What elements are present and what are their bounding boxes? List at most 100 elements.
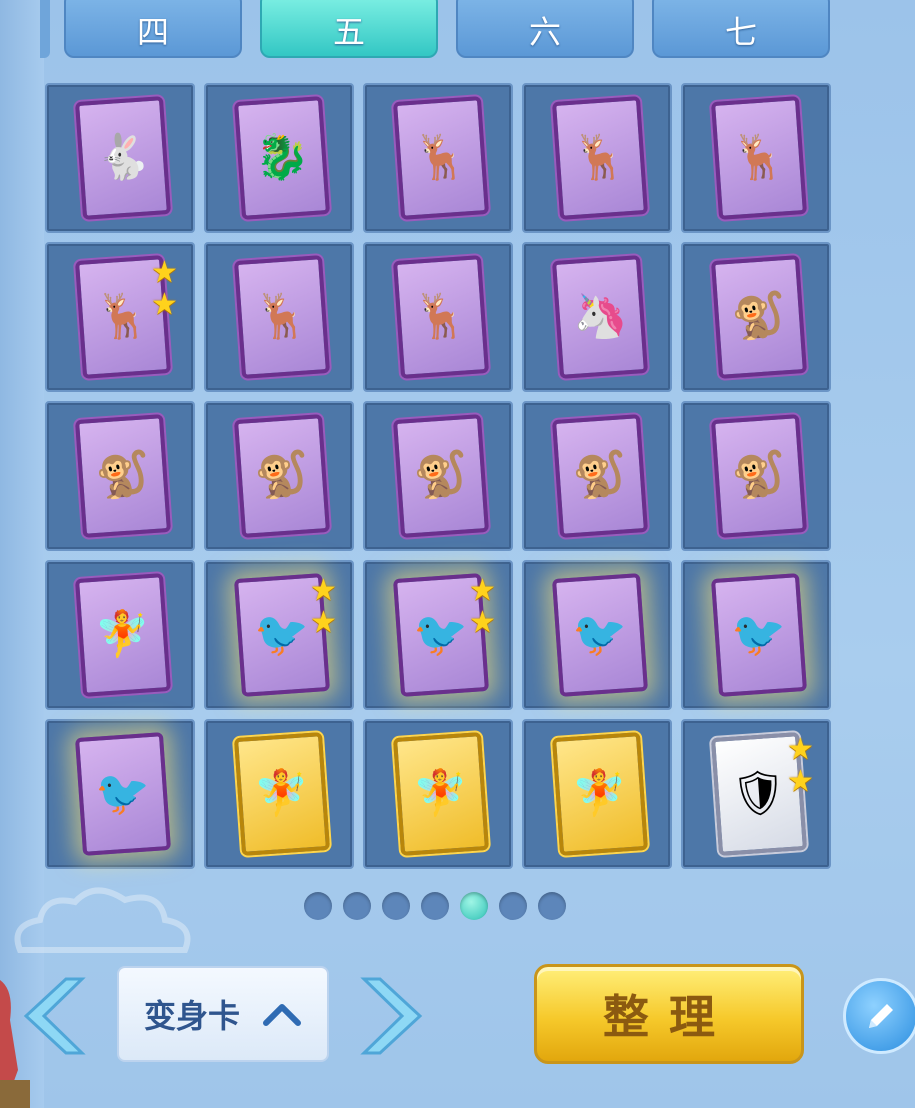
transform-card: 🧚	[551, 732, 649, 856]
card-slot[interactable]: 🦌	[363, 242, 513, 392]
phoenix-bird-card-icon: 🐦	[411, 607, 471, 662]
card-slot[interactable]: 🐒	[522, 401, 672, 551]
page-dot[interactable]	[421, 892, 449, 920]
card-slot[interactable]: 🦌	[522, 83, 672, 233]
monkey-card-icon: 🐒	[252, 448, 312, 503]
card-slot[interactable]: 🦌	[681, 83, 831, 233]
arrow-left-icon	[23, 977, 86, 1055]
cloud-decoration-icon	[14, 887, 191, 953]
card-slot[interactable]: 🐒	[363, 401, 513, 551]
transform-card: 🐒	[710, 414, 808, 538]
card-slot[interactable]: 🐦 ★ ★	[204, 560, 354, 710]
white-deer-card-icon: 🦌	[729, 130, 789, 185]
card-slot[interactable]: 🐒	[681, 401, 831, 551]
arrow-right-icon	[360, 977, 423, 1055]
transform-card: 🦌	[392, 96, 490, 220]
prev-arrow-button[interactable]	[22, 975, 86, 1057]
star-icon: ★	[469, 605, 496, 640]
star-icon: ★	[469, 573, 496, 608]
transform-card: 🐒	[74, 414, 172, 538]
card-type-label: 变身卡	[143, 997, 240, 1035]
card-slot[interactable]: 🦌	[204, 242, 354, 392]
phoenix-bird-card-icon: 🐦	[729, 607, 789, 662]
page-dot[interactable]	[304, 892, 332, 920]
page-dot[interactable]	[538, 892, 566, 920]
pencil-icon	[869, 1004, 893, 1028]
transform-card: 🧚	[392, 732, 490, 856]
page-dot[interactable]	[382, 892, 410, 920]
star-icon: ★	[787, 732, 814, 767]
transform-card: 🐒	[233, 414, 331, 538]
card-slot[interactable]: 🦄	[522, 242, 672, 392]
transform-card: 🦌	[551, 96, 649, 220]
card-type-selector[interactable]: 变身卡	[117, 966, 329, 1062]
star-icon: ★	[310, 573, 337, 608]
white-deer-card-icon: 🦌	[570, 130, 630, 185]
green-dragon-card-icon: 🐉	[252, 130, 312, 185]
next-arrow-button[interactable]	[360, 975, 424, 1057]
card-slot[interactable]: 🐒	[45, 401, 195, 551]
card-slot[interactable]: 🐦	[45, 719, 195, 869]
sort-button[interactable]: 整理	[534, 964, 804, 1064]
monkey-card-icon: 🐒	[411, 448, 471, 503]
monkey-card-icon: 🐒	[729, 448, 789, 503]
page-dot[interactable]	[499, 892, 527, 920]
star-icon: ★	[151, 255, 178, 290]
card-slot[interactable]: 🐦	[681, 560, 831, 710]
ice-beast-card-icon: 🦄	[570, 289, 630, 344]
white-deer-card-icon: 🦌	[93, 289, 153, 344]
card-slot[interactable]: 🐦 ★ ★	[363, 560, 513, 710]
card-slot[interactable]: 🦌 ★ ★	[45, 242, 195, 392]
card-slot[interactable]: 🧚	[45, 560, 195, 710]
page-dot-active[interactable]	[460, 892, 488, 920]
card-slot[interactable]: 🧚	[522, 719, 672, 869]
transform-card: 🦄	[551, 255, 649, 379]
transform-card: 🐦	[710, 573, 808, 697]
card-slot[interactable]: 🛡 ★ ★	[681, 719, 831, 869]
fairy-girl-card-icon: 🧚	[570, 766, 630, 821]
page-dot[interactable]	[343, 892, 371, 920]
transform-card: 🐉	[233, 96, 331, 220]
card-slot[interactable]: 🐒	[204, 401, 354, 551]
sort-button-label: 整理	[603, 990, 735, 1044]
transform-card: 🦌	[392, 255, 490, 379]
transform-card: 🧚	[233, 732, 331, 856]
transform-card: 🐒	[392, 414, 490, 538]
phoenix-bird-card-icon: 🐦	[93, 766, 153, 821]
transform-card: 🦌	[710, 96, 808, 220]
card-slot[interactable]: 🐦	[522, 560, 672, 710]
star-icon: ★	[787, 764, 814, 799]
star-icon: ★	[310, 605, 337, 640]
edit-button[interactable]	[843, 978, 915, 1054]
monkey-card-icon: 🐒	[729, 289, 789, 344]
white-deer-card-icon: 🦌	[252, 289, 312, 344]
card-slot[interactable]: 🐇	[45, 83, 195, 233]
tab-five[interactable]: 五	[260, 0, 438, 58]
star-icon: ★	[151, 287, 178, 322]
card-slot[interactable]: 🐉	[204, 83, 354, 233]
white-rabbit-card-icon: 🐇	[93, 130, 153, 185]
card-slot[interactable]: 🐒	[681, 242, 831, 392]
fairy-girl-card-icon: 🧚	[252, 766, 312, 821]
fairy-girl-card-icon: 🧚	[411, 766, 471, 821]
transform-card: 🐦	[551, 573, 649, 697]
transform-card: 🐒	[551, 414, 649, 538]
monkey-card-icon: 🐒	[570, 448, 630, 503]
phoenix-bird-card-icon: 🐦	[570, 607, 630, 662]
white-deer-card-icon: 🦌	[411, 289, 471, 344]
tab-six[interactable]: 六	[456, 0, 634, 58]
transform-card: 🐦	[74, 732, 172, 856]
transform-card: 🦌	[233, 255, 331, 379]
tab-seven[interactable]: 七	[652, 0, 830, 58]
card-slot[interactable]: 🧚	[204, 719, 354, 869]
white-deer-card-icon: 🦌	[411, 130, 471, 185]
transform-card: 🐒	[710, 255, 808, 379]
monkey-card-icon: 🐒	[93, 448, 153, 503]
armored-warrior-card-icon: 🛡	[729, 766, 789, 821]
card-slot[interactable]: 🦌	[363, 83, 513, 233]
tab-edge-previous[interactable]	[40, 0, 50, 58]
card-slot[interactable]: 🧚	[363, 719, 513, 869]
phoenix-bird-card-icon: 🐦	[252, 607, 312, 662]
tab-four[interactable]: 四	[64, 0, 242, 58]
transform-card: 🧚	[74, 573, 172, 697]
